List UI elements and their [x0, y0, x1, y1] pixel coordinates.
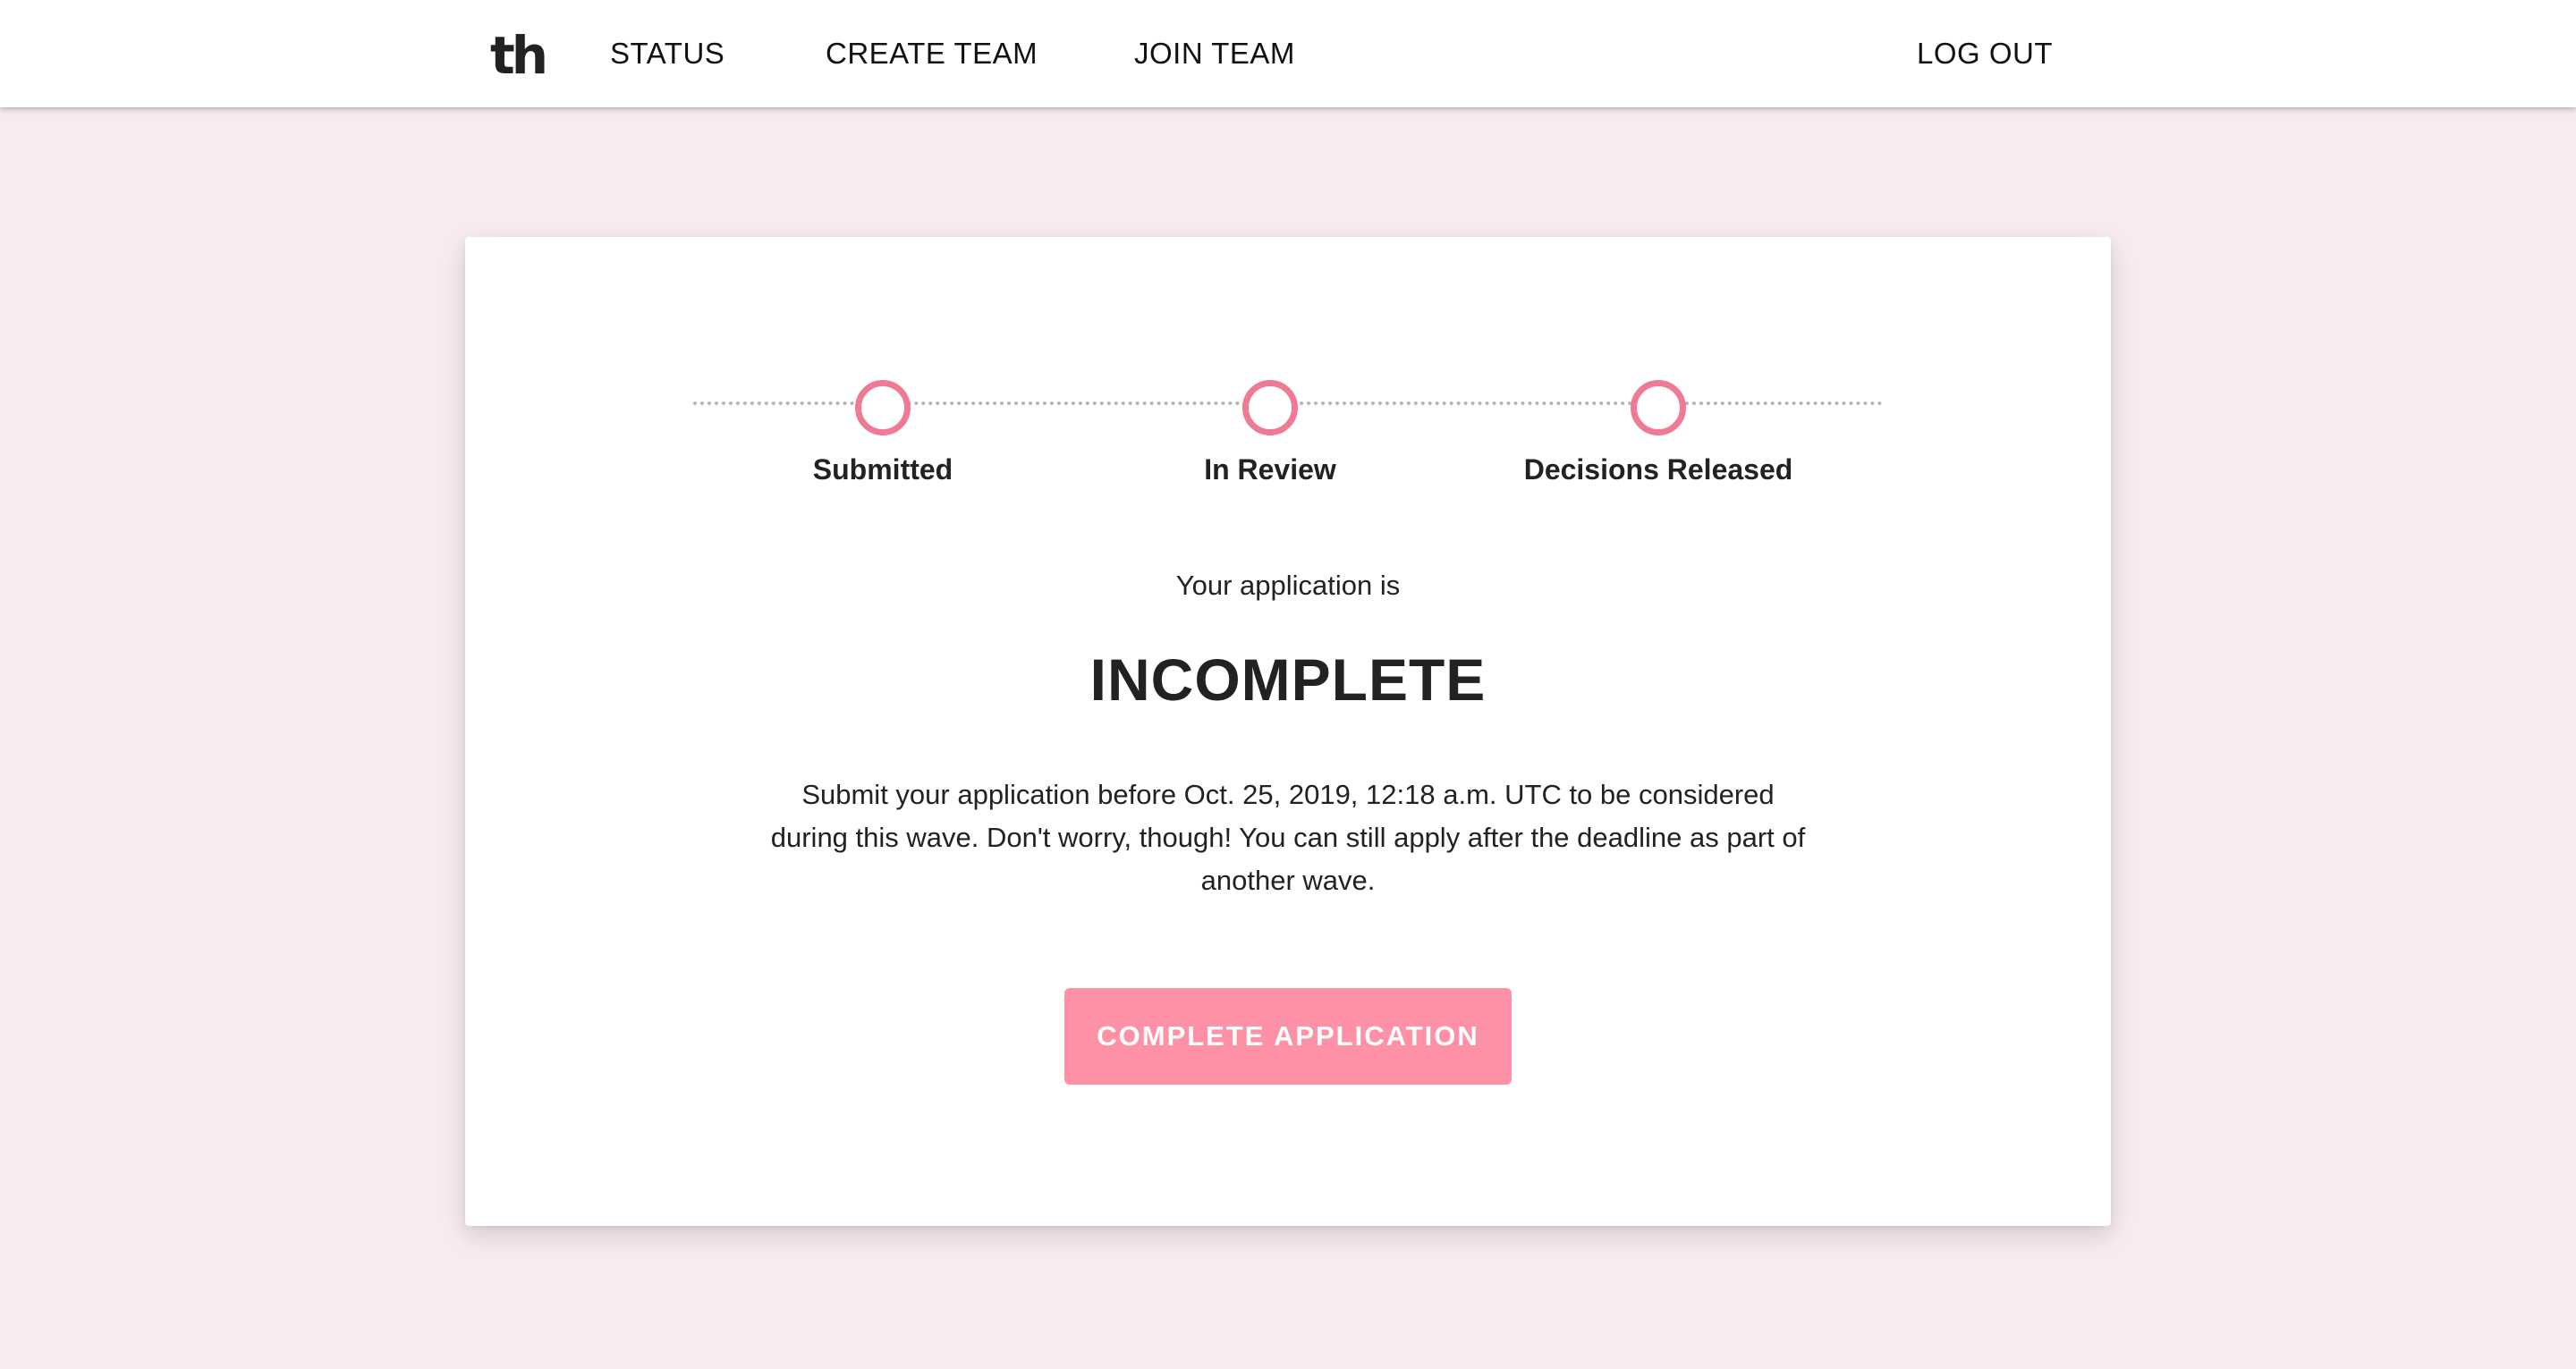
- nav-create-team-link[interactable]: CREATE TEAM: [826, 34, 1038, 73]
- nav-status-link[interactable]: STATUS: [610, 34, 724, 73]
- step-decisions-released: Decisions Released: [1470, 380, 1846, 487]
- complete-application-button[interactable]: COMPLETE APPLICATION: [1064, 988, 1512, 1085]
- step-in-review: In Review: [1082, 380, 1458, 487]
- deadline-message: Submit your application before Oct. 25, …: [770, 779, 1806, 896]
- step-submitted: Submitted: [695, 380, 1071, 487]
- step-decisions-released-label: Decisions Released: [1523, 453, 1793, 486]
- application-status-card: Submitted In Review Decisions Released Y…: [465, 237, 2111, 1226]
- step-submitted-label: Submitted: [812, 453, 953, 486]
- application-status-value: INCOMPLETE: [1089, 646, 1487, 713]
- step-submitted-circle: [855, 380, 911, 435]
- step-in-review-circle: [1242, 380, 1298, 435]
- nav-log-out-link[interactable]: LOG OUT: [1917, 34, 2053, 73]
- step-decisions-released-circle: [1631, 380, 1686, 435]
- step-in-review-label: In Review: [1204, 453, 1336, 486]
- logo[interactable]: th: [490, 23, 548, 88]
- nav-join-team-link[interactable]: JOIN TEAM: [1134, 34, 1295, 73]
- top-navbar: th STATUS CREATE TEAM JOIN TEAM LOG OUT: [0, 0, 2576, 107]
- status-intro-text: Your application is: [1175, 570, 1401, 601]
